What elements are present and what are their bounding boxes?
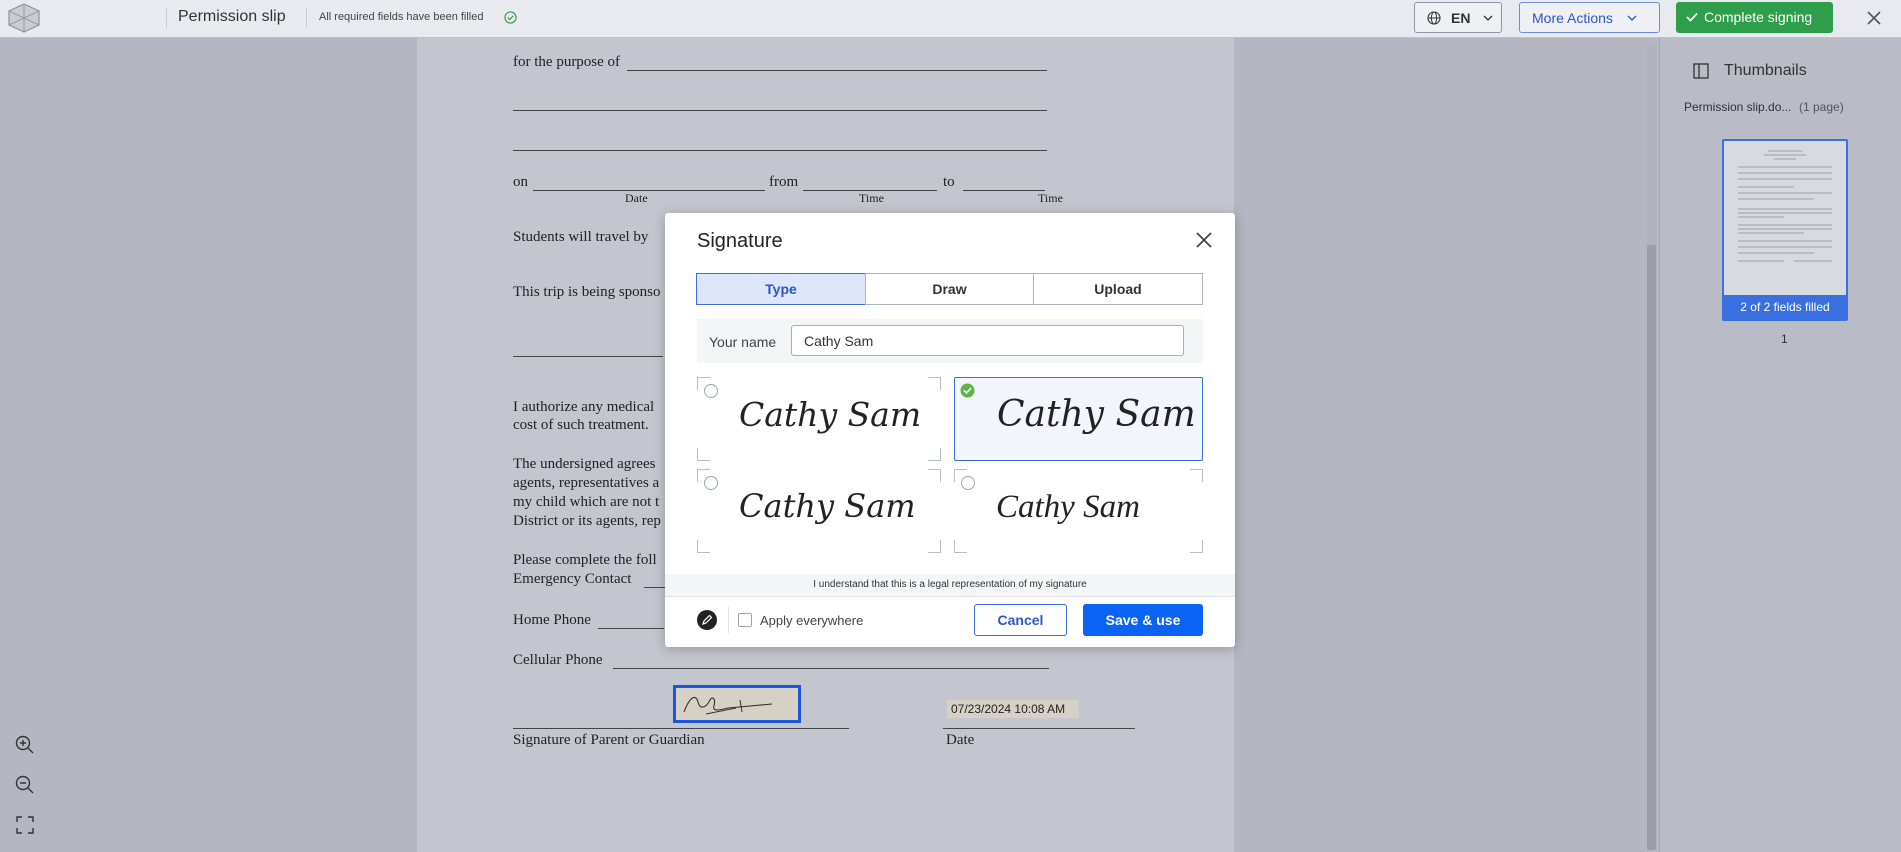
thumbnail-page-count: (1 page)	[1799, 100, 1844, 114]
thumbnail-page-number: 1	[1781, 332, 1788, 346]
to-label: to	[943, 174, 955, 190]
drawn-signature-icon	[683, 696, 773, 715]
tab-draw[interactable]: Draw	[865, 273, 1034, 305]
dialog-title: Signature	[697, 230, 783, 252]
date-caption: Date	[625, 191, 648, 205]
date-line	[533, 190, 765, 191]
on-label: on	[513, 174, 528, 190]
save-and-use-button[interactable]: Save & use	[1083, 604, 1203, 636]
undersigned-text: agents, representatives a	[513, 475, 660, 491]
tab-type[interactable]: Type	[696, 273, 866, 305]
blank-line	[513, 150, 1047, 151]
fields-filled-badge: 2 of 2 fields filled	[1724, 295, 1846, 319]
chevron-down-icon	[1627, 15, 1637, 21]
app-logo-icon	[8, 3, 40, 33]
time-caption: Time	[1038, 191, 1063, 205]
cell-phone-label: Cellular Phone	[513, 652, 603, 668]
thumbnail-file-name: Permission slip.do...	[1684, 100, 1792, 114]
signature-preview: Cathy Sam	[739, 487, 916, 525]
signature-preview: Cathy Sam	[997, 394, 1196, 435]
emergency-line	[644, 587, 666, 588]
selected-check-icon	[960, 383, 975, 398]
complete-signing-button[interactable]: Complete signing	[1676, 2, 1833, 33]
fit-screen-icon[interactable]	[11, 811, 39, 839]
purpose-label: for the purpose of	[513, 54, 621, 70]
chevron-down-icon	[1483, 15, 1493, 21]
scrollbar-thumb[interactable]	[1647, 245, 1656, 850]
pen-icon[interactable]	[697, 610, 717, 630]
zoom-in-icon[interactable]	[11, 731, 39, 759]
divider	[166, 8, 167, 28]
signature-option[interactable]: Cathy Sam	[954, 469, 1203, 553]
page-thumbnail[interactable]	[1722, 139, 1848, 321]
time-caption: Time	[859, 191, 884, 205]
footer-divider	[665, 596, 1235, 597]
apply-everywhere-checkbox[interactable]	[738, 613, 752, 627]
signature-option-selected[interactable]: Cathy Sam	[954, 377, 1203, 461]
cancel-button[interactable]: Cancel	[974, 604, 1067, 636]
signature-radio[interactable]	[704, 384, 718, 398]
authorize-text: I authorize any medical	[513, 399, 655, 415]
panel-toggle-icon[interactable]	[1692, 62, 1710, 80]
signature-option[interactable]: Cathy Sam	[697, 469, 941, 553]
divider	[306, 8, 307, 28]
fields-status: All required fields have been filled	[319, 11, 484, 23]
cell-phone-line	[613, 668, 1049, 669]
date-field-caption: Date	[946, 732, 975, 748]
tab-upload[interactable]: Upload	[1033, 273, 1203, 305]
apply-everywhere-label[interactable]: Apply everywhere	[760, 613, 863, 628]
signature-radio[interactable]	[961, 476, 975, 490]
home-phone-label: Home Phone	[513, 612, 591, 628]
signature-preview: Cathy Sam	[739, 395, 922, 434]
date-signed-field[interactable]: 07/23/2024 10:08 AM	[947, 700, 1079, 718]
emergency-contact-label: Emergency Contact	[513, 571, 632, 587]
undersigned-text: The undersigned agrees	[513, 456, 656, 472]
legal-notice: I understand that this is a legal repres…	[665, 574, 1235, 596]
signature-radio[interactable]	[704, 476, 718, 490]
thumbnails-title: Thumbnails	[1724, 62, 1807, 79]
date-line	[943, 728, 1135, 729]
document-title: Permission slip	[178, 8, 286, 25]
undersigned-text: District or its agents, rep	[513, 513, 661, 529]
signature-line	[513, 728, 849, 729]
sponsor-label: This trip is being sponso	[513, 284, 661, 300]
blank-line	[513, 356, 663, 357]
authorize-text: cost of such treatment.	[513, 417, 649, 433]
language-label: EN	[1451, 10, 1471, 26]
home-phone-line	[598, 628, 664, 629]
signature-preview: Cathy Sam	[996, 489, 1140, 525]
travel-label: Students will travel by	[513, 229, 649, 245]
complete-signing-label: Complete signing	[1704, 9, 1813, 25]
undersigned-text: my child which are not t	[513, 494, 660, 510]
more-actions-button[interactable]: More Actions	[1519, 2, 1660, 33]
divider	[728, 607, 729, 633]
more-actions-label: More Actions	[1532, 10, 1613, 26]
time-line	[963, 190, 1045, 191]
close-icon[interactable]	[1862, 6, 1886, 30]
complete-text: Please complete the foll	[513, 552, 657, 568]
signature-field[interactable]	[673, 685, 801, 723]
globe-icon	[1427, 11, 1441, 25]
zoom-out-icon[interactable]	[11, 771, 39, 799]
from-label: from	[769, 174, 799, 190]
check-circle-icon	[504, 11, 517, 24]
close-icon[interactable]	[1192, 228, 1216, 252]
your-name-label: Your name	[709, 334, 777, 350]
language-button[interactable]: EN	[1414, 2, 1502, 33]
your-name-input[interactable]	[791, 325, 1184, 356]
signature-option[interactable]: Cathy Sam	[697, 377, 941, 461]
blank-line	[513, 110, 1047, 111]
signature-caption: Signature of Parent or Guardian	[513, 732, 705, 748]
purpose-line	[627, 70, 1047, 71]
thumbnail-preview-icon	[1738, 150, 1832, 262]
check-icon	[1686, 12, 1698, 22]
